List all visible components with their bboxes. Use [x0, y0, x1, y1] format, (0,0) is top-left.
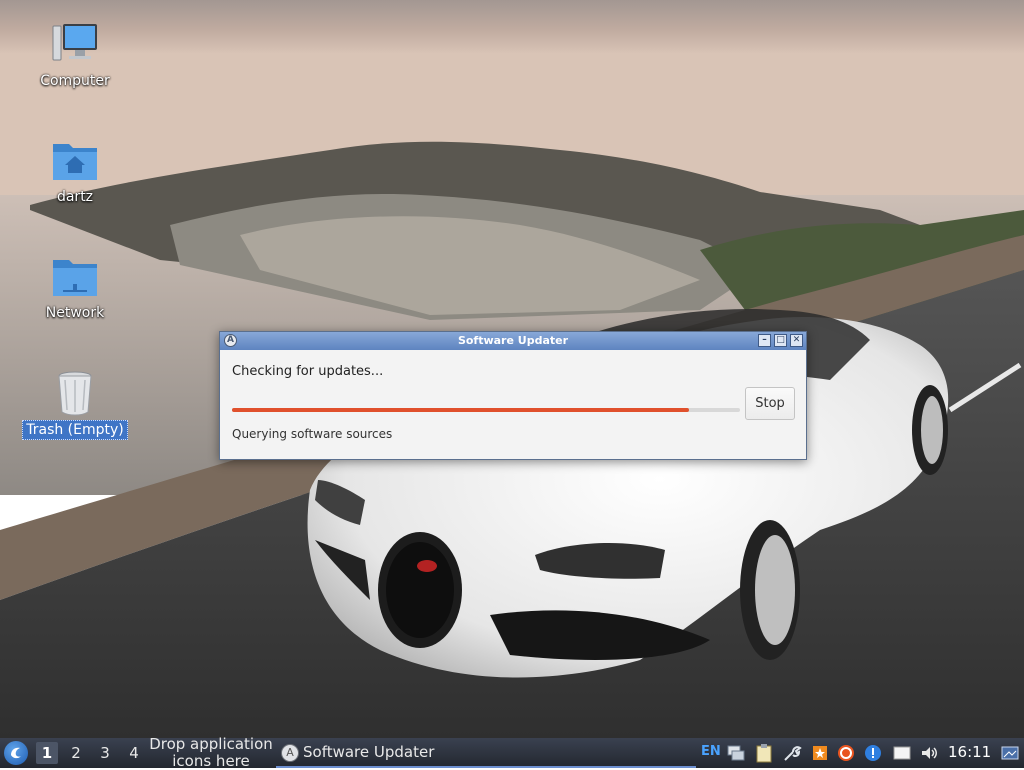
taskbar: 1 2 3 4 Drop application icons here A So…	[0, 735, 1024, 770]
desktop-icon-home-folder[interactable]: dartz	[20, 138, 130, 206]
progress-bar-fill	[232, 408, 690, 412]
window-title: Software Updater	[457, 334, 569, 347]
launcher-drop-hint: Drop application icons here	[149, 735, 273, 770]
desktop-icon-computer[interactable]: Computer	[20, 22, 130, 90]
desktop-icon-label: Trash (Empty)	[22, 420, 128, 440]
workspace-3[interactable]: 3	[94, 742, 116, 764]
maximize-button[interactable]: □	[774, 334, 787, 347]
close-button[interactable]: ✕	[790, 334, 803, 347]
desktop-icon-label: Network	[45, 305, 105, 321]
workspace-2[interactable]: 2	[65, 742, 87, 764]
workspace-4[interactable]: 4	[123, 742, 145, 764]
status-detail: Querying software sources	[232, 427, 393, 441]
home-folder-icon	[49, 138, 101, 184]
minimize-button[interactable]: –	[758, 334, 771, 347]
show-desktop-icon[interactable]	[1000, 743, 1020, 763]
software-updater-task-icon: A	[281, 744, 299, 762]
task-label: Software Updater	[303, 743, 435, 761]
desktop-icon-network[interactable]: Network	[20, 254, 130, 322]
clock[interactable]: 16:11	[948, 743, 991, 761]
tools-icon[interactable]	[782, 743, 802, 763]
desktop-icon-trash[interactable]: Trash (Empty)	[20, 370, 130, 440]
window-titlebar[interactable]: A Software Updater – □ ✕	[220, 332, 806, 350]
clipboard-icon[interactable]	[754, 743, 774, 763]
computer-icon	[49, 22, 101, 68]
software-updater-window: A Software Updater – □ ✕ Checking for up…	[219, 331, 807, 460]
keyboard-layout-indicator[interactable]: EN	[701, 744, 721, 759]
desktop-icon-label: Computer	[40, 73, 110, 89]
stop-button[interactable]: Stop	[745, 387, 795, 420]
volume-icon[interactable]	[919, 743, 939, 763]
desktop-icon-label: dartz	[56, 189, 94, 205]
progress-bar	[232, 408, 740, 412]
update-icon[interactable]	[836, 743, 856, 763]
blank-window-icon[interactable]	[892, 743, 912, 763]
orange-star-icon[interactable]	[810, 743, 830, 763]
taskbar-task-software-updater[interactable]: A Software Updater	[276, 738, 696, 768]
notification-icon[interactable]	[863, 743, 883, 763]
software-updater-app-icon: A	[224, 334, 237, 347]
lubuntu-logo-icon	[11, 747, 21, 759]
network-icon[interactable]	[726, 743, 746, 763]
trash-icon	[49, 370, 101, 416]
network-folder-icon	[49, 254, 101, 300]
start-menu-button[interactable]	[4, 741, 28, 765]
workspace-1[interactable]: 1	[36, 742, 58, 764]
status-heading: Checking for updates...	[232, 364, 384, 379]
